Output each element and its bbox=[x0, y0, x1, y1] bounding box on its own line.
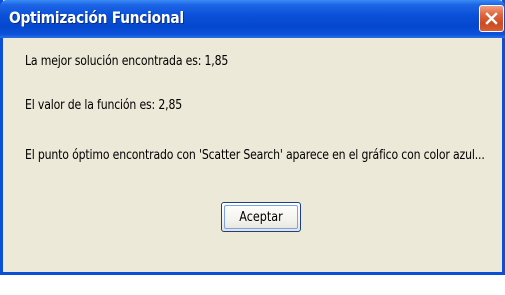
ok-button[interactable]: Aceptar bbox=[221, 202, 301, 232]
ok-button-label: Aceptar bbox=[239, 210, 283, 225]
window-title: Optimización Funcional bbox=[9, 8, 184, 27]
dialog-window: Optimización Funcional La mejor solución… bbox=[0, 0, 505, 275]
best-solution-text: La mejor solución encontrada es: 1,85 bbox=[25, 54, 229, 69]
function-value-text: El valor de la función es: 2,85 bbox=[25, 98, 183, 113]
close-button[interactable] bbox=[479, 5, 504, 32]
title-bar[interactable]: Optimización Funcional bbox=[0, 0, 505, 38]
close-x-icon bbox=[485, 12, 498, 25]
optimum-note-text: El punto óptimo encontrado con 'Scatter … bbox=[25, 148, 485, 163]
